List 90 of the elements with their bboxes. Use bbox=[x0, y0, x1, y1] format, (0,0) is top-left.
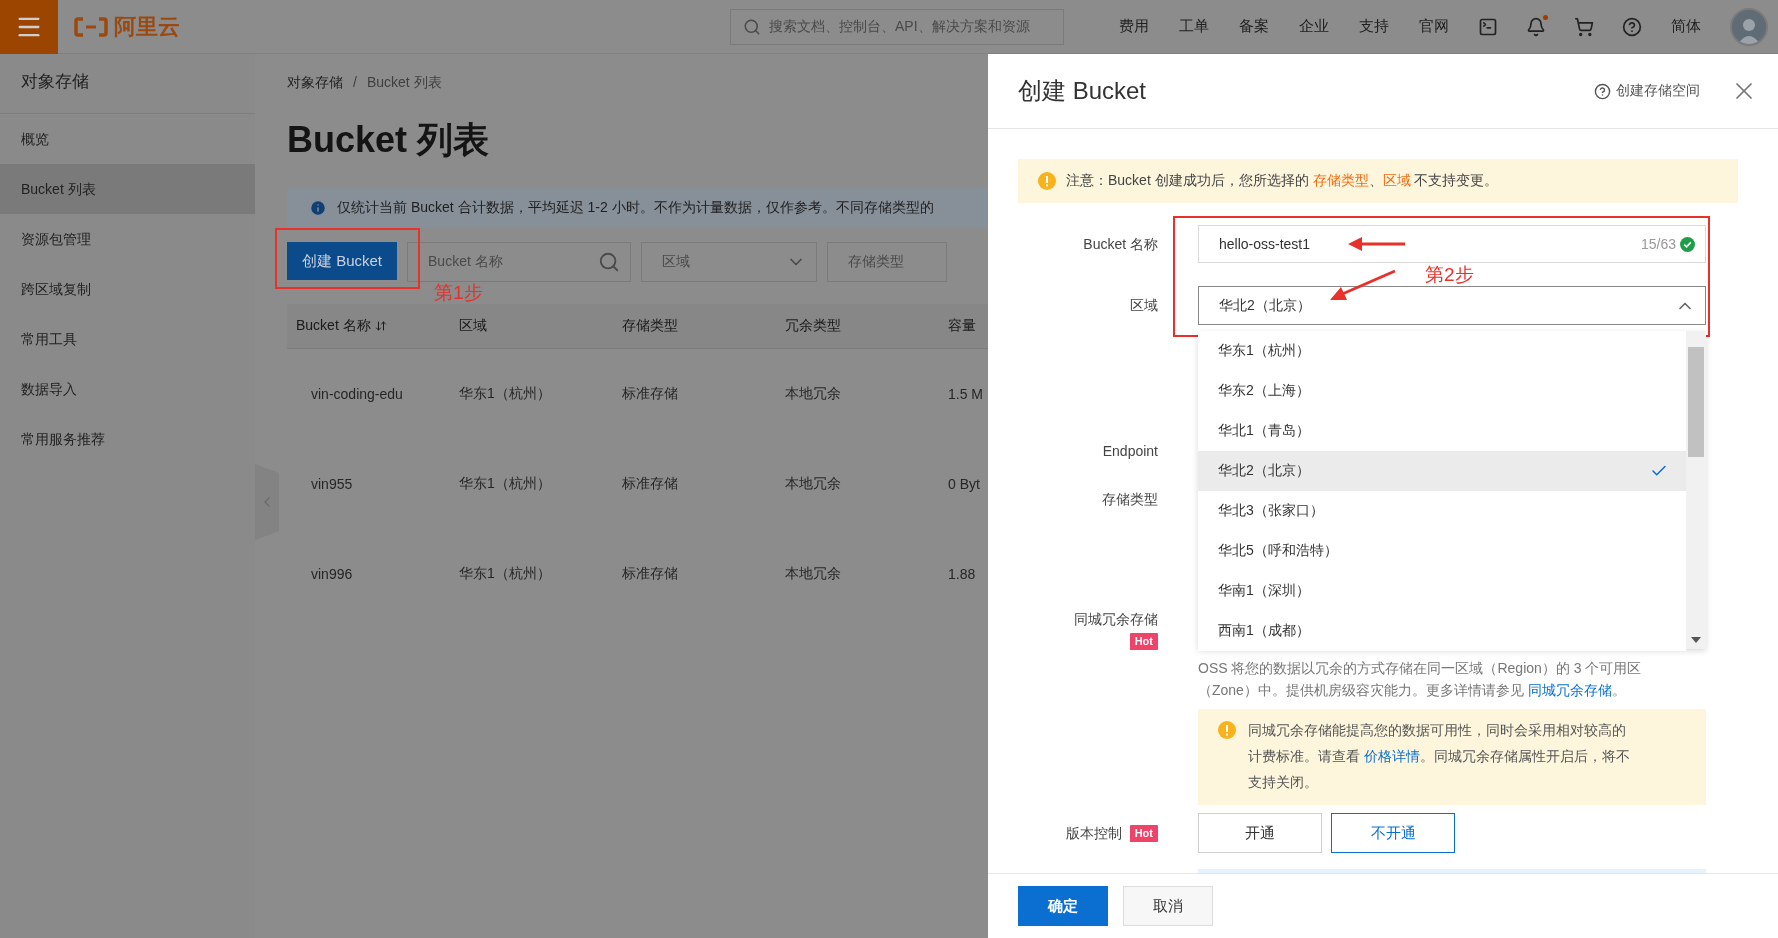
help-icon bbox=[1594, 82, 1611, 100]
dropdown-option[interactable]: 华北2（北京） bbox=[1198, 451, 1686, 491]
sidebar-item[interactable]: 常用工具 bbox=[0, 314, 255, 364]
sidebar-item[interactable]: 资源包管理 bbox=[0, 214, 255, 264]
character-counter: 15/63 bbox=[1640, 236, 1676, 252]
column-header: 存储类型 bbox=[622, 317, 678, 335]
input-field[interactable]: hello-oss-test1 15/63 bbox=[1198, 225, 1706, 263]
step-label: 第1步 bbox=[434, 283, 483, 303]
nav-link[interactable]: 费用 bbox=[1104, 17, 1164, 36]
warning-text: 同城冗余存储能提高您的数据可用性，同时会采用相对较高的计费标准。请查看 价格详情。同城冗余存储属性开启后，将不支持关闭。 bbox=[1248, 721, 1631, 792]
link[interactable]: 同城冗余存储 bbox=[1527, 682, 1612, 698]
table-cell-text: 标准存储 bbox=[621, 385, 679, 403]
dropdown-option[interactable]: 华东1（杭州） bbox=[1198, 331, 1686, 371]
region-select[interactable]: 华北2（北京） bbox=[1198, 286, 1706, 325]
bell-icon bbox=[1526, 16, 1546, 37]
table-cell-text: vin-coding-edu bbox=[310, 386, 404, 402]
warning-icon bbox=[1218, 721, 1236, 739]
sidebar-item[interactable]: 数据导入 bbox=[0, 364, 255, 414]
table-cell-text: 华东1（杭州） bbox=[458, 475, 552, 493]
field-label: Endpoint bbox=[1101, 442, 1158, 461]
logo-text: 阿里云 bbox=[114, 12, 180, 41]
scroll-down-icon[interactable] bbox=[1691, 637, 1701, 643]
table-cell-text: vin955 bbox=[310, 476, 354, 492]
drawer-title: 创建 Bucket bbox=[1018, 76, 1148, 106]
table-cell-text: 1.88 bbox=[947, 566, 977, 582]
warning-icon bbox=[1038, 172, 1056, 190]
field-label: 版本控制 bbox=[1065, 824, 1122, 843]
sidebar-item[interactable]: Bucket 列表 bbox=[0, 164, 255, 214]
language-link[interactable]: 简体 bbox=[1656, 17, 1716, 36]
help-link[interactable]: 创建存储空间 bbox=[1594, 82, 1700, 100]
table-cell-text: 华东1（杭州） bbox=[458, 565, 552, 583]
link[interactable]: 价格详情 bbox=[1363, 748, 1420, 764]
nav-link[interactable]: 工单 bbox=[1164, 17, 1224, 36]
search-icon bbox=[598, 251, 621, 273]
table-cell-text: 本地冗余 bbox=[784, 565, 842, 583]
sidebar-item[interactable]: 概览 bbox=[0, 114, 255, 164]
info-icon bbox=[309, 199, 327, 217]
arrow bbox=[1330, 269, 1396, 300]
confirm-button[interactable]: 确定 bbox=[1018, 886, 1108, 926]
table-cell-text: 1.5 M bbox=[947, 386, 984, 402]
breadcrumb-current: Bucket 列表 bbox=[366, 74, 442, 92]
column-header: 冗余类型 bbox=[785, 317, 841, 335]
field-label: 存储类型 bbox=[1101, 490, 1158, 509]
cancel-button[interactable]: 取消 bbox=[1123, 886, 1213, 926]
column-header[interactable]: Bucket 名称 bbox=[296, 317, 387, 335]
nav-link[interactable]: 支持 bbox=[1344, 17, 1404, 36]
field-label: 区域 bbox=[1129, 296, 1158, 315]
search-field[interactable]: 搜索文档、控制台、API、解决方案和资源 bbox=[730, 8, 1064, 45]
banner-text: 仅统计当前 Bucket 合计数据，平均延迟 1-2 小时。不作为计量数据，仅作参考。不同存储类型的 bbox=[337, 199, 934, 217]
page-title: Bucket 列表 bbox=[287, 118, 491, 162]
arrow bbox=[1348, 237, 1405, 251]
table-cell-text: 标准存储 bbox=[621, 565, 679, 583]
cart-icon bbox=[1574, 16, 1594, 37]
help-text: OSS 将您的数据以冗余的方式存储在同一区域（Region）的 3 个可用区（Zone）中。提供机房级容灾能力。更多详情请参见 同城冗余存储。 bbox=[1198, 659, 1643, 700]
nav-link[interactable]: 官网 bbox=[1404, 17, 1464, 36]
help-icon bbox=[1622, 16, 1642, 37]
hot-badge: Hot bbox=[1129, 824, 1158, 842]
table-cell-text: 标准存储 bbox=[621, 475, 679, 493]
search-icon bbox=[743, 17, 761, 36]
nav-link[interactable]: 企业 bbox=[1284, 17, 1344, 36]
breadcrumb-link[interactable]: 对象存储 bbox=[287, 74, 343, 92]
field-label: 同城冗余存储 bbox=[1074, 610, 1158, 629]
column-header: 容量 bbox=[948, 317, 976, 335]
nav-link[interactable]: 备案 bbox=[1224, 17, 1284, 36]
notice-text: 注意：Bucket 创建成功后，您所选择的 存储类型、区域 不支持变更。 bbox=[1066, 172, 1499, 190]
scrollbar[interactable] bbox=[1686, 331, 1706, 649]
table-cell-text: 0 Byt bbox=[947, 476, 981, 492]
sidebar-item[interactable]: 常用服务推荐 bbox=[0, 414, 255, 464]
step-label: 第2步 bbox=[1425, 264, 1474, 285]
toggle-option[interactable]: 开通 bbox=[1198, 813, 1322, 853]
table-cell-text: 本地冗余 bbox=[784, 385, 842, 403]
breadcrumb-separator: / bbox=[353, 74, 357, 92]
menu-button[interactable] bbox=[0, 0, 58, 54]
filter-select[interactable]: 存储类型 bbox=[827, 242, 948, 282]
toggle-option[interactable]: 不开通 bbox=[1331, 813, 1455, 853]
bracket-logo-icon bbox=[74, 16, 108, 37]
search-field[interactable]: Bucket 名称 bbox=[407, 242, 632, 282]
terminal-icon bbox=[1478, 16, 1498, 37]
create-bucket-button[interactable]: 创建 Bucket bbox=[287, 242, 398, 280]
dropdown-option[interactable]: 西南1（成都） bbox=[1198, 611, 1686, 651]
table-cell-text: 华东1（杭州） bbox=[458, 385, 552, 403]
table-cell-text: 本地冗余 bbox=[784, 475, 842, 493]
sidebar-title: 对象存储 bbox=[0, 54, 255, 114]
sort-icon bbox=[374, 320, 387, 332]
column-header: 区域 bbox=[459, 317, 487, 335]
filter-select[interactable]: 区域 bbox=[641, 242, 818, 282]
table-cell-text: vin996 bbox=[310, 566, 354, 582]
hot-badge: Hot bbox=[1129, 633, 1158, 650]
field-label: Bucket 名称 bbox=[1082, 235, 1158, 254]
sidebar-item[interactable]: 跨区域复制 bbox=[0, 264, 255, 314]
